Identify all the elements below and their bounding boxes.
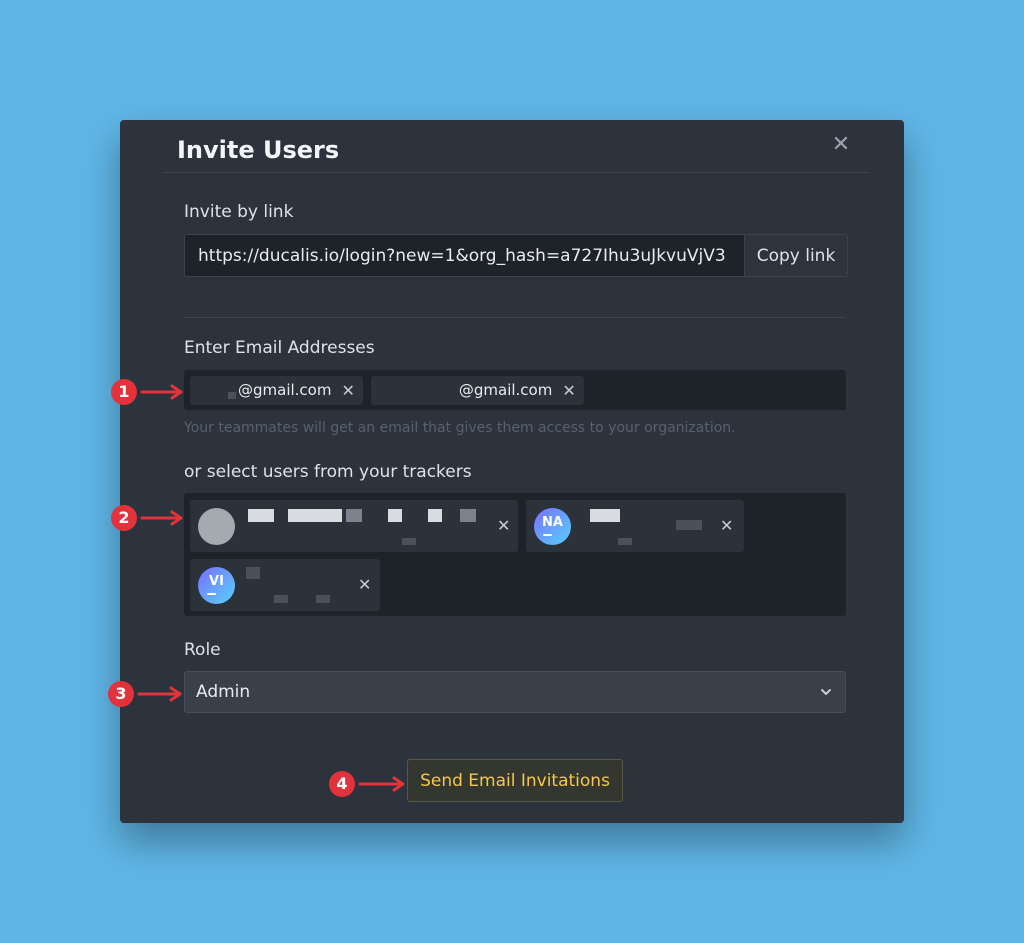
redacted-pixel bbox=[274, 595, 288, 603]
redacted-pixel bbox=[246, 567, 260, 579]
annotation-marker-1: 1 bbox=[111, 379, 137, 405]
send-invitations-button[interactable]: Send Email Invitations bbox=[407, 759, 623, 802]
redacted-text bbox=[190, 380, 228, 400]
avatar-underline bbox=[543, 534, 552, 536]
redacted-text bbox=[370, 380, 459, 400]
email-chip-text: @gmail.com bbox=[238, 381, 332, 399]
email-addresses-label: Enter Email Addresses bbox=[184, 338, 375, 358]
redacted-pixel bbox=[248, 509, 274, 522]
tracker-users-input[interactable]: ✕ NA ✕ VI ✕ bbox=[184, 493, 846, 616]
redacted-pixel bbox=[590, 509, 620, 522]
remove-chip-icon[interactable]: ✕ bbox=[562, 381, 575, 400]
avatar-initials: VI bbox=[209, 574, 224, 589]
email-input[interactable]: @gmail.com ✕ @gmail.com ✕ bbox=[184, 370, 846, 410]
close-icon[interactable]: ✕ bbox=[830, 134, 852, 156]
redacted-pixel bbox=[460, 509, 476, 522]
avatar: VI bbox=[198, 567, 235, 604]
remove-user-icon[interactable]: ✕ bbox=[720, 516, 733, 535]
redacted-pixel bbox=[618, 538, 632, 545]
remove-user-icon[interactable]: ✕ bbox=[358, 575, 371, 594]
redacted-pixel bbox=[428, 509, 442, 522]
annotation-arrow-2 bbox=[140, 510, 183, 526]
copy-link-button[interactable]: Copy link bbox=[744, 235, 847, 276]
invite-users-dialog: Invite Users ✕ Invite by link https://du… bbox=[120, 120, 904, 823]
tracker-user-card: VI ✕ bbox=[190, 559, 380, 611]
redacted-pixel bbox=[676, 520, 702, 530]
trackers-label: or select users from your trackers bbox=[184, 462, 472, 482]
email-chip: @gmail.com ✕ bbox=[370, 375, 584, 405]
annotation-arrow-3 bbox=[137, 686, 182, 702]
annotation-arrow-4 bbox=[358, 776, 405, 792]
annotation-marker-4: 4 bbox=[329, 771, 355, 797]
invite-link-group: https://ducalis.io/login?new=1&org_hash=… bbox=[184, 234, 848, 277]
role-selected-value: Admin bbox=[196, 682, 251, 702]
avatar-initials: NA bbox=[542, 515, 563, 530]
invite-link-label: Invite by link bbox=[184, 202, 294, 222]
redacted-pixel bbox=[228, 391, 236, 399]
role-label: Role bbox=[184, 640, 221, 660]
role-select[interactable]: Admin bbox=[184, 671, 846, 713]
avatar: NA bbox=[534, 508, 571, 545]
redacted-pixel bbox=[288, 509, 342, 522]
chevron-down-icon bbox=[821, 689, 831, 695]
avatar-underline bbox=[207, 593, 216, 595]
header-divider bbox=[164, 172, 868, 173]
email-helper-text: Your teammates will get an email that gi… bbox=[184, 420, 736, 436]
redacted-pixel bbox=[346, 509, 362, 522]
redacted-pixel bbox=[316, 595, 330, 603]
dialog-title: Invite Users bbox=[177, 136, 340, 164]
remove-chip-icon[interactable]: ✕ bbox=[341, 381, 354, 400]
tracker-user-card: NA ✕ bbox=[526, 500, 744, 552]
annotation-marker-2: 2 bbox=[111, 505, 137, 531]
invite-link-input[interactable]: https://ducalis.io/login?new=1&org_hash=… bbox=[185, 235, 744, 276]
annotation-marker-3: 3 bbox=[108, 681, 134, 707]
redacted-pixel bbox=[388, 509, 402, 522]
tracker-user-card: ✕ bbox=[190, 500, 518, 552]
remove-user-icon[interactable]: ✕ bbox=[497, 516, 510, 535]
annotation-arrow-1 bbox=[140, 384, 183, 400]
email-chip-text: @gmail.com bbox=[458, 381, 553, 399]
email-chip: @gmail.com ✕ bbox=[190, 375, 363, 405]
redacted-pixel bbox=[402, 538, 416, 545]
section-divider bbox=[184, 317, 846, 318]
avatar bbox=[198, 508, 235, 545]
